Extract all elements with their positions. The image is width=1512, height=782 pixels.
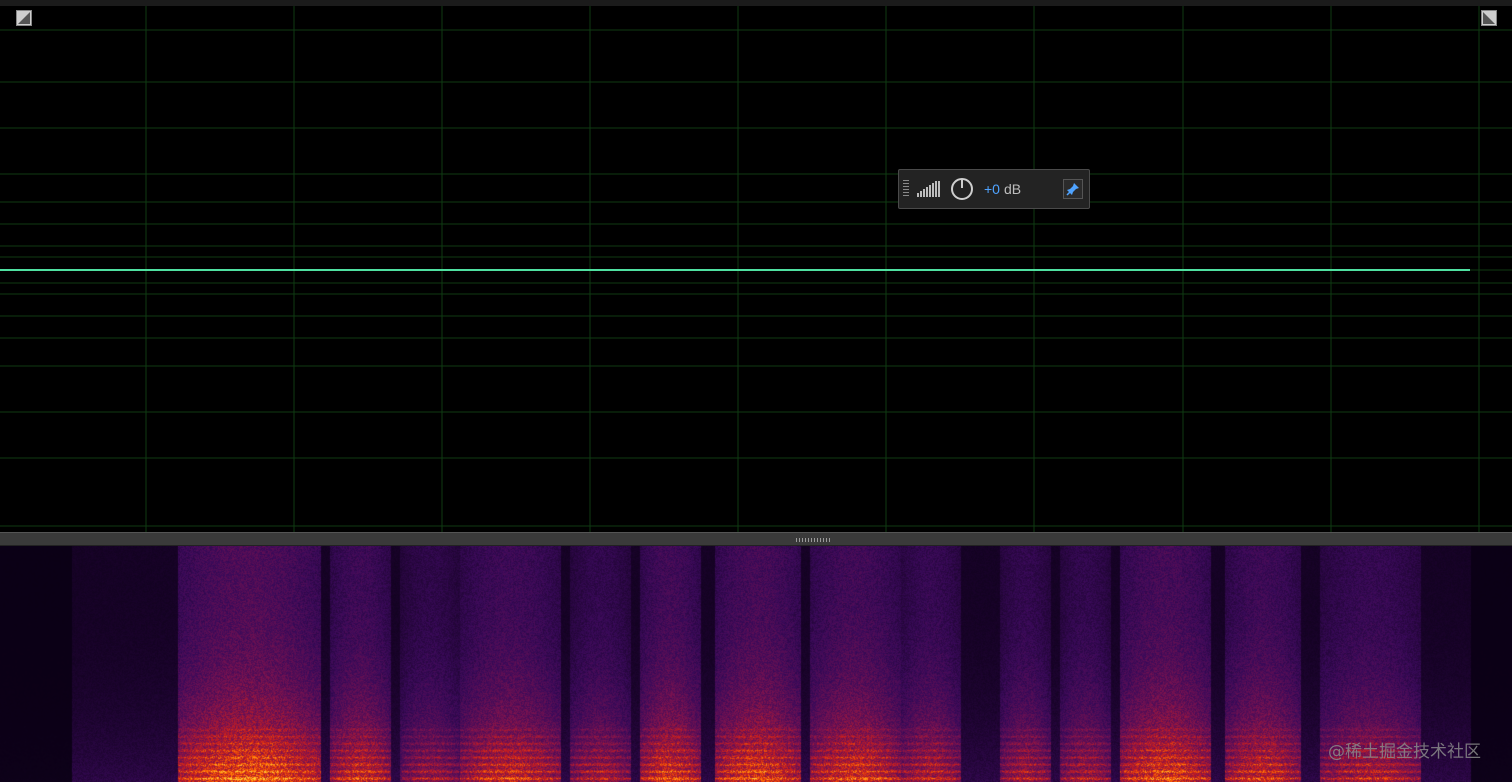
watermark-text: @稀土掘金技术社区 — [1328, 742, 1481, 762]
waveform-display — [0, 6, 1512, 532]
pin-icon — [1066, 183, 1079, 196]
gain-value[interactable]: +0 — [984, 181, 1000, 197]
panel-splitter[interactable] — [0, 532, 1512, 546]
signal-level-icon — [917, 181, 940, 197]
zoom-corner-icon — [18, 12, 30, 24]
zoom-corner-left-button[interactable] — [16, 10, 32, 26]
waveform-panel[interactable]: +0 dB — [0, 6, 1512, 532]
pin-button[interactable] — [1063, 179, 1083, 199]
spectral-frequency-display[interactable] — [0, 546, 1512, 782]
zoom-corner-icon — [1483, 12, 1495, 24]
zoom-corner-right-button[interactable] — [1481, 10, 1497, 26]
heads-up-gain-display[interactable]: +0 dB — [898, 169, 1090, 209]
gain-unit: dB — [1003, 181, 1022, 197]
hud-drag-handle[interactable] — [903, 180, 909, 198]
volume-knob-icon[interactable] — [950, 177, 974, 201]
splitter-grip[interactable] — [796, 538, 832, 542]
waveform-trace — [0, 269, 1470, 271]
spectrogram — [0, 546, 1512, 782]
